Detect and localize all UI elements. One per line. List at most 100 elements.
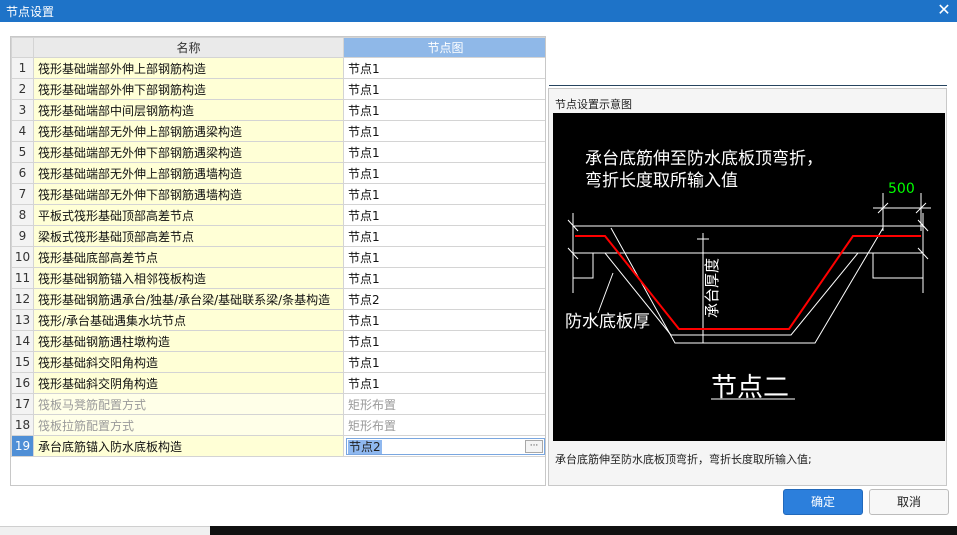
preview-description: 承台底筋伸至防水底板顶弯折，弯折长度取所输入值;	[555, 453, 812, 466]
node-settings-dialog: 节点设置 ✕ 名称 节点图 1 筏形基础端部外伸上部钢筋构造 节点1 2 筏形基础端部外…	[0, 0, 957, 526]
row-name: 承台底筋锚入防水底板构造	[33, 435, 344, 457]
row-number[interactable]: 14	[11, 330, 34, 352]
row-value[interactable]: 节点1	[343, 225, 545, 247]
row-name: 筏形基础端部外伸下部钢筋构造	[33, 78, 344, 100]
row-name: 筏板马凳筋配置方式	[33, 393, 344, 415]
row-value[interactable]: 节点2 ···	[343, 435, 545, 457]
dialog-content: 名称 节点图 1 筏形基础端部外伸上部钢筋构造 节点1 2 筏形基础端部外伸下部钢筋构造…	[0, 22, 957, 526]
window-title: 节点设置	[6, 5, 55, 19]
table-row[interactable]: 16 筏形基础斜交阴角构造 节点1	[11, 372, 545, 394]
row-name: 筏形基础底部高差节点	[33, 246, 344, 268]
row-value[interactable]: 节点1	[343, 141, 545, 163]
row-value[interactable]: 节点1	[343, 204, 545, 226]
row-number[interactable]: 4	[11, 120, 34, 142]
node-input-area[interactable]	[549, 36, 947, 86]
table-row[interactable]: 10 筏形基础底部高差节点 节点1	[11, 246, 545, 268]
row-value[interactable]: 节点1	[343, 183, 545, 205]
ok-button[interactable]: 确定	[783, 489, 863, 515]
node-value-editor[interactable]: 节点2 ···	[346, 437, 545, 455]
node-value-text[interactable]: 节点2	[348, 439, 382, 454]
row-number[interactable]: 3	[11, 99, 34, 121]
table-row[interactable]: 1 筏形基础端部外伸上部钢筋构造 节点1	[11, 57, 545, 79]
header-name[interactable]: 名称	[33, 37, 344, 58]
row-number[interactable]: 7	[11, 183, 34, 205]
ellipsis-button[interactable]: ···	[525, 439, 543, 453]
row-name: 筏形基础端部无外伸下部钢筋遇梁构造	[33, 141, 344, 163]
waterproof-outline	[610, 227, 884, 344]
row-number[interactable]: 8	[11, 204, 34, 226]
row-value[interactable]: 节点1	[343, 330, 545, 352]
row-value[interactable]: 节点1	[343, 372, 545, 394]
close-icon[interactable]: ✕	[935, 1, 953, 19]
table-row[interactable]: 3 筏形基础端部中间层钢筋构造 节点1	[11, 99, 545, 121]
row-number[interactable]: 11	[11, 267, 34, 289]
row-number[interactable]: 10	[11, 246, 34, 268]
cancel-button[interactable]: 取消	[869, 489, 949, 515]
row-number[interactable]: 6	[11, 162, 34, 184]
row-name: 平板式筏形基础顶部高差节点	[33, 204, 344, 226]
header-figure[interactable]: 节点图	[343, 37, 545, 58]
row-name: 筏形基础斜交阴角构造	[33, 372, 344, 394]
row-value[interactable]: 节点1	[343, 57, 545, 79]
row-name: 筏形基础钢筋遇承台/独基/承台梁/基础联系梁/条基构造	[33, 288, 344, 310]
row-number[interactable]: 9	[11, 225, 34, 247]
row-name: 筏形基础斜交阳角构造	[33, 351, 344, 373]
row-value[interactable]: 矩形布置	[343, 414, 545, 436]
row-number[interactable]: 2	[11, 78, 34, 100]
row-number[interactable]: 16	[11, 372, 34, 394]
waterproof-leader	[597, 272, 614, 314]
row-name: 筏形基础端部无外伸上部钢筋遇梁构造	[33, 120, 344, 142]
row-number[interactable]: 1	[11, 57, 34, 79]
row-value[interactable]: 节点1	[343, 246, 545, 268]
row-name: 筏形/承台基础遇集水坑节点	[33, 309, 344, 331]
table-row[interactable]: 7 筏形基础端部无外伸下部钢筋遇墙构造 节点1	[11, 183, 545, 205]
row-number[interactable]: 5	[11, 141, 34, 163]
header-corner	[11, 37, 34, 58]
row-number[interactable]: 13	[11, 309, 34, 331]
table-row[interactable]: 4 筏形基础端部无外伸上部钢筋遇梁构造 节点1	[11, 120, 545, 142]
background-panel	[0, 526, 210, 535]
table-row[interactable]: 5 筏形基础端部无外伸下部钢筋遇梁构造 节点1	[11, 141, 545, 163]
dim-value-label: 500	[888, 181, 915, 197]
table-row[interactable]: 12 筏形基础钢筋遇承台/独基/承台梁/基础联系梁/条基构造 节点2	[11, 288, 545, 310]
title-bar[interactable]: 节点设置 ✕	[0, 0, 957, 22]
table-row[interactable]: 8 平板式筏形基础顶部高差节点 节点1	[11, 204, 545, 226]
row-value[interactable]: 节点1	[343, 99, 545, 121]
row-name: 筏形基础端部外伸上部钢筋构造	[33, 57, 344, 79]
row-value[interactable]: 节点1	[343, 309, 545, 331]
row-number[interactable]: 19	[11, 435, 34, 457]
row-name: 筏形基础钢筋锚入相邻筏板构造	[33, 267, 344, 289]
table-row[interactable]: 14 筏形基础钢筋遇柱墩构造 节点1	[11, 330, 545, 352]
row-number[interactable]: 15	[11, 351, 34, 373]
table-row[interactable]: 19 承台底筋锚入防水底板构造 节点2 ···	[11, 435, 545, 457]
row-name: 筏形基础端部无外伸下部钢筋遇墙构造	[33, 183, 344, 205]
thickness-label: 承台厚度	[703, 258, 721, 318]
row-value[interactable]: 节点1	[343, 78, 545, 100]
table-row[interactable]: 2 筏形基础端部外伸下部钢筋构造 节点1	[11, 78, 545, 100]
table-row[interactable]: 18 筏板拉筋配置方式 矩形布置	[11, 414, 545, 436]
figure-line1: 承台底筋伸至防水底板顶弯折，	[585, 149, 823, 169]
table-row[interactable]: 9 梁板式筏形基础顶部高差节点 节点1	[11, 225, 545, 247]
background-window	[0, 526, 957, 535]
table-row[interactable]: 17 筏板马凳筋配置方式 矩形布置	[11, 393, 545, 415]
row-number[interactable]: 18	[11, 414, 34, 436]
table-row[interactable]: 13 筏形/承台基础遇集水坑节点 节点1	[11, 309, 545, 331]
row-number[interactable]: 12	[11, 288, 34, 310]
row-value[interactable]: 节点1	[343, 120, 545, 142]
row-value[interactable]: 节点1	[343, 162, 545, 184]
row-name: 筏形基础端部中间层钢筋构造	[33, 99, 344, 121]
row-number[interactable]: 17	[11, 393, 34, 415]
row-value[interactable]: 节点2	[343, 288, 545, 310]
row-value[interactable]: 矩形布置	[343, 393, 545, 415]
table-row[interactable]: 6 筏形基础端部无外伸上部钢筋遇墙构造 节点1	[11, 162, 545, 184]
node-title: 节点二	[711, 373, 789, 403]
row-value[interactable]: 节点1	[343, 351, 545, 373]
node-settings-table: 名称 节点图 1 筏形基础端部外伸上部钢筋构造 节点1 2 筏形基础端部外伸下部钢筋构造…	[10, 36, 546, 486]
preview-panel: 节点设置示意图 承台底筋伸至防水底板顶弯折， 弯折长度取所输入值 500 承台厚…	[548, 88, 947, 486]
table-row[interactable]: 11 筏形基础钢筋锚入相邻筏板构造 节点1	[11, 267, 545, 289]
row-name: 筏板拉筋配置方式	[33, 414, 344, 436]
row-value[interactable]: 节点1	[343, 267, 545, 289]
table-row[interactable]: 15 筏形基础斜交阳角构造 节点1	[11, 351, 545, 373]
preview-caption: 节点设置示意图	[555, 98, 632, 111]
figure-line2: 弯折长度取所输入值	[585, 171, 738, 191]
